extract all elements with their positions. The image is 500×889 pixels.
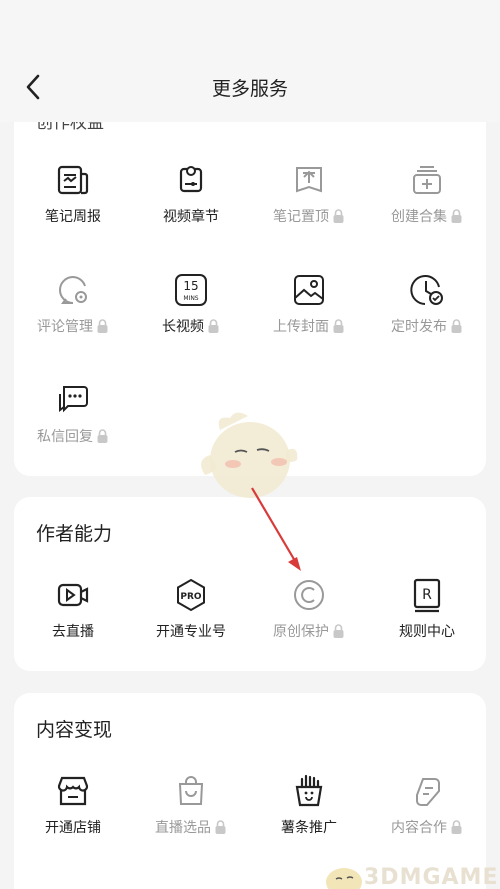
open-shop-item[interactable]: 开通店铺 xyxy=(14,773,132,863)
report-icon xyxy=(57,165,89,195)
lock-icon xyxy=(333,208,344,223)
lock-icon xyxy=(97,318,108,333)
scheduled-publish-item[interactable]: 定时发布 xyxy=(368,272,486,362)
original-protection-item[interactable]: 原创保护 xyxy=(250,577,368,667)
pin-top-label: 笔记置顶 xyxy=(273,209,329,225)
comment-manage-item[interactable]: 评论管理 xyxy=(14,272,132,362)
fries-promotion-item[interactable]: 薯条推广 xyxy=(250,773,368,863)
top-bar: 更多服务 xyxy=(0,0,500,122)
content-monetization-card: 内容变现 开通店铺 直播选品 薯条推广 内容合作 xyxy=(14,693,486,889)
long-video-badge-unit: MINS xyxy=(183,295,198,302)
pro-icon: PRO xyxy=(177,578,205,612)
original-protection-label: 原创保护 xyxy=(273,624,329,640)
video-chapter-icon xyxy=(179,166,203,193)
note-report-item[interactable]: 笔记周报 xyxy=(14,162,132,252)
rules-icon: R xyxy=(413,578,441,613)
pro-badge-text: PRO xyxy=(180,592,202,602)
cooperation-icon xyxy=(416,778,440,806)
upload-cover-item[interactable]: 上传封面 xyxy=(250,272,368,362)
video-chapter-item[interactable]: 视频章节 xyxy=(132,162,250,252)
go-live-label: 去直播 xyxy=(52,624,94,640)
live-icon xyxy=(57,583,89,607)
shop-icon xyxy=(57,776,89,806)
pro-account-label: 开通专业号 xyxy=(156,624,226,640)
create-collection-label: 创建合集 xyxy=(391,209,447,225)
open-shop-label: 开通店铺 xyxy=(45,820,101,836)
scheduled-publish-icon xyxy=(410,275,443,305)
lock-icon xyxy=(208,318,219,333)
upload-cover-icon xyxy=(294,275,324,305)
live-selection-item[interactable]: 直播选品 xyxy=(132,773,250,863)
pro-account-item[interactable]: PRO 开通专业号 xyxy=(132,577,250,667)
rules-center-label: 规则中心 xyxy=(399,624,455,640)
dm-reply-item[interactable]: 私信回复 xyxy=(14,382,132,472)
long-video-item[interactable]: 15 MINS 长视频 xyxy=(132,272,250,362)
content-cooperation-label: 内容合作 xyxy=(391,820,447,836)
comment-manage-icon xyxy=(59,276,87,304)
rules-badge-text: R xyxy=(422,587,432,603)
comment-manage-label: 评论管理 xyxy=(37,319,93,335)
go-live-item[interactable]: 去直播 xyxy=(14,577,132,667)
content-cooperation-item[interactable]: 内容合作 xyxy=(368,773,486,863)
lock-icon xyxy=(451,318,462,333)
fries-icon xyxy=(295,774,323,807)
lock-icon xyxy=(333,318,344,333)
lock-icon xyxy=(97,428,108,443)
dm-reply-icon xyxy=(59,386,88,413)
live-selection-label: 直播选品 xyxy=(155,820,211,836)
page-title: 更多服务 xyxy=(211,78,288,100)
pin-top-icon xyxy=(296,167,322,193)
copyright-icon xyxy=(294,580,324,610)
author-abilities-card: 作者能力 去直播 PRO 开通专业号 原创保护 R 规则中心 xyxy=(14,497,486,671)
creator-benefits-card: 创作权益 笔记周报 视频章节 笔记置顶 创建合集 评论管理 15 MINS 长视… xyxy=(14,96,486,476)
lock-icon xyxy=(333,623,344,638)
lock-icon xyxy=(215,819,226,834)
upload-cover-label: 上传封面 xyxy=(273,319,329,335)
section-title-content-monetization: 内容变现 xyxy=(36,719,113,741)
video-chapter-label: 视频章节 xyxy=(163,209,219,225)
pin-top-item[interactable]: 笔记置顶 xyxy=(250,162,368,252)
create-collection-item[interactable]: 创建合集 xyxy=(368,162,486,252)
scheduled-publish-label: 定时发布 xyxy=(391,319,447,335)
shopping-bag-icon xyxy=(178,776,204,805)
dm-reply-label: 私信回复 xyxy=(37,429,93,445)
note-report-label: 笔记周报 xyxy=(45,209,101,225)
long-video-label: 长视频 xyxy=(162,319,204,335)
collection-icon xyxy=(413,166,441,194)
section-title-author-abilities: 作者能力 xyxy=(36,523,113,545)
long-video-icon: 15 MINS xyxy=(175,274,207,306)
long-video-badge-number: 15 xyxy=(183,279,198,293)
rules-center-item[interactable]: R 规则中心 xyxy=(368,577,486,667)
lock-icon xyxy=(451,208,462,223)
fries-promotion-label: 薯条推广 xyxy=(281,820,337,836)
lock-icon xyxy=(451,819,462,834)
